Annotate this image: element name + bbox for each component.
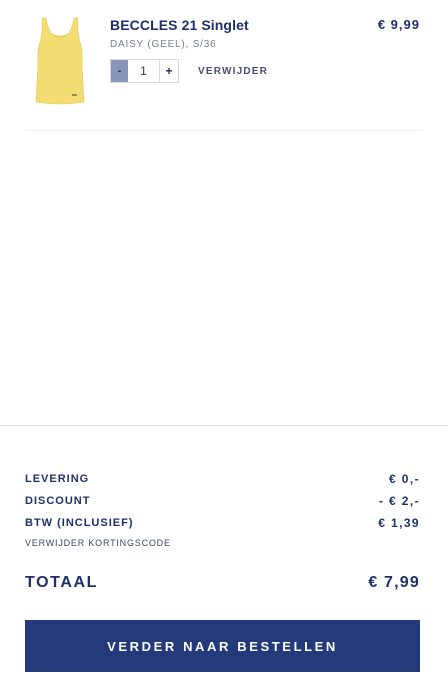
checkout-button[interactable]: VERDER NAAR BESTELLEN	[25, 620, 420, 672]
quantity-stepper: - 1 +	[110, 59, 179, 83]
product-variant: DAISY (GEEL), S/36	[110, 39, 217, 50]
discount-row: DISCOUNT - € 2,-	[25, 490, 420, 512]
total-row: TOTAAL € 7,99	[25, 574, 420, 592]
shipping-label: LEVERING	[25, 473, 90, 485]
item-divider	[26, 130, 422, 131]
vat-label: BTW (INCLUSIEF)	[25, 517, 134, 529]
increase-quantity-button[interactable]: +	[160, 60, 178, 82]
discount-value: - € 2,-	[378, 494, 420, 508]
total-label: TOTAAL	[25, 574, 98, 591]
vat-value: € 1,39	[378, 516, 420, 530]
product-image[interactable]	[30, 16, 90, 106]
total-value: € 7,99	[368, 574, 420, 591]
discount-label: DISCOUNT	[25, 495, 91, 507]
product-price: € 9,99	[377, 17, 420, 32]
remove-item-link[interactable]: VERWIJDER	[198, 66, 268, 77]
vat-row: BTW (INCLUSIEF) € 1,39	[25, 512, 420, 534]
cart-item: BECCLES 21 Singlet DAISY (GEEL), S/36 € …	[0, 0, 448, 131]
summary-divider	[0, 425, 448, 426]
shipping-row: LEVERING € 0,-	[25, 468, 420, 490]
decrease-quantity-button[interactable]: -	[111, 60, 128, 82]
order-summary: LEVERING € 0,- DISCOUNT - € 2,- BTW (INC…	[25, 468, 420, 552]
shipping-value: € 0,-	[388, 472, 420, 486]
remove-coupon-link[interactable]: VERWIJDER KORTINGSCODE	[25, 534, 420, 552]
product-name[interactable]: BECCLES 21 Singlet	[110, 17, 249, 33]
quantity-input[interactable]: 1	[128, 60, 160, 82]
